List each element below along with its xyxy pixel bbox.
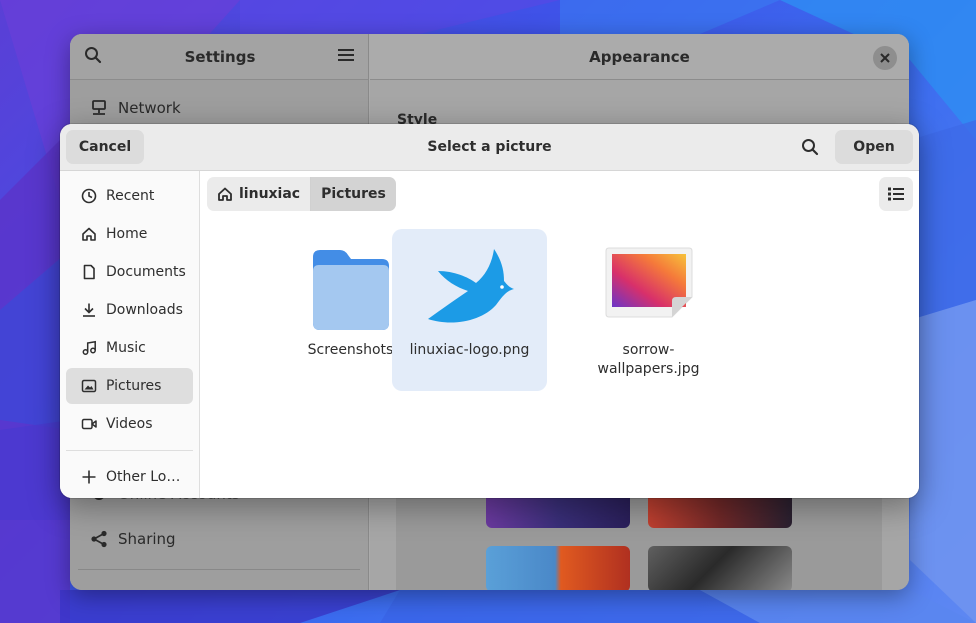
list-view-icon xyxy=(888,187,904,201)
image-icon xyxy=(80,377,98,395)
sidebar-separator xyxy=(66,450,193,451)
dialog-header: Cancel Select a picture Open xyxy=(60,124,919,171)
folder-icon xyxy=(312,250,389,330)
place-label: Documents xyxy=(106,264,186,280)
home-icon xyxy=(218,187,232,201)
video-icon xyxy=(80,415,98,433)
path-crumb-label: linuxiac xyxy=(239,186,301,202)
places-sidebar: Recent Home Documents Downloads Music Pi… xyxy=(60,171,200,498)
settings-item-label: Network xyxy=(118,99,181,117)
open-button[interactable]: Open xyxy=(835,130,913,164)
music-icon xyxy=(80,339,98,357)
place-label: Pictures xyxy=(106,378,162,394)
bird-logo-icon xyxy=(427,249,514,323)
clock-icon xyxy=(80,187,98,205)
cancel-button[interactable]: Cancel xyxy=(66,130,144,164)
place-home[interactable]: Home xyxy=(66,216,193,252)
settings-item-label: Sharing xyxy=(118,530,176,548)
path-bar: linuxiac Pictures xyxy=(207,177,396,211)
close-icon xyxy=(880,53,890,63)
close-button[interactable] xyxy=(873,46,897,70)
view-toggle-button[interactable] xyxy=(879,177,913,211)
file-item-linuxiac-logo[interactable]: linuxiac-logo.png xyxy=(392,229,547,391)
settings-title: Settings xyxy=(184,47,256,66)
panel-title: Appearance xyxy=(589,47,690,66)
file-browser: linuxiac Pictures Screenshots linuxiac-l… xyxy=(201,171,919,498)
search-button[interactable] xyxy=(793,130,827,164)
path-crumb-label: Pictures xyxy=(321,186,386,202)
search-icon[interactable] xyxy=(84,46,102,68)
place-label: Other Lo… xyxy=(106,469,181,485)
place-downloads[interactable]: Downloads xyxy=(66,292,193,328)
place-label: Videos xyxy=(106,416,153,432)
share-icon xyxy=(90,530,108,548)
place-recent[interactable]: Recent xyxy=(66,178,193,214)
place-other-locations[interactable]: Other Lo… xyxy=(66,459,193,495)
wallpaper-thumbnail[interactable] xyxy=(648,546,792,590)
place-pictures[interactable]: Pictures xyxy=(66,368,193,404)
document-icon xyxy=(80,263,98,281)
place-documents[interactable]: Documents xyxy=(66,254,193,290)
search-icon xyxy=(802,139,819,156)
file-name: linuxiac-logo.png xyxy=(409,342,530,358)
settings-item-sharing[interactable]: Sharing xyxy=(70,519,176,559)
download-icon xyxy=(80,301,98,319)
settings-main-header: Appearance xyxy=(370,34,909,80)
place-label: Home xyxy=(106,226,148,242)
file-name: sorrow-wallpapers.jpg xyxy=(597,342,700,377)
place-label: Recent xyxy=(106,188,155,204)
hamburger-menu-icon[interactable] xyxy=(338,47,354,66)
file-item-sorrow-wallpapers[interactable]: sorrow-wallpapers.jpg xyxy=(571,229,726,391)
dialog-title: Select a picture xyxy=(427,139,552,155)
sidebar-divider xyxy=(78,569,360,570)
place-videos[interactable]: Videos xyxy=(66,406,193,442)
network-icon xyxy=(90,99,108,117)
wallpaper-thumbnail[interactable] xyxy=(486,546,630,590)
path-crumb-home[interactable]: linuxiac xyxy=(207,177,312,211)
image-thumbnail-icon xyxy=(605,247,692,318)
settings-item-network[interactable]: Network xyxy=(70,88,368,128)
place-music[interactable]: Music xyxy=(66,330,193,366)
plus-icon xyxy=(80,468,98,486)
place-label: Downloads xyxy=(106,302,183,318)
path-crumb-pictures[interactable]: Pictures xyxy=(311,177,396,211)
settings-sidebar-header: Settings xyxy=(70,34,368,80)
file-chooser-dialog: Cancel Select a picture Open Recent Home xyxy=(60,124,919,498)
place-label: Music xyxy=(106,340,146,356)
home-icon xyxy=(80,225,98,243)
